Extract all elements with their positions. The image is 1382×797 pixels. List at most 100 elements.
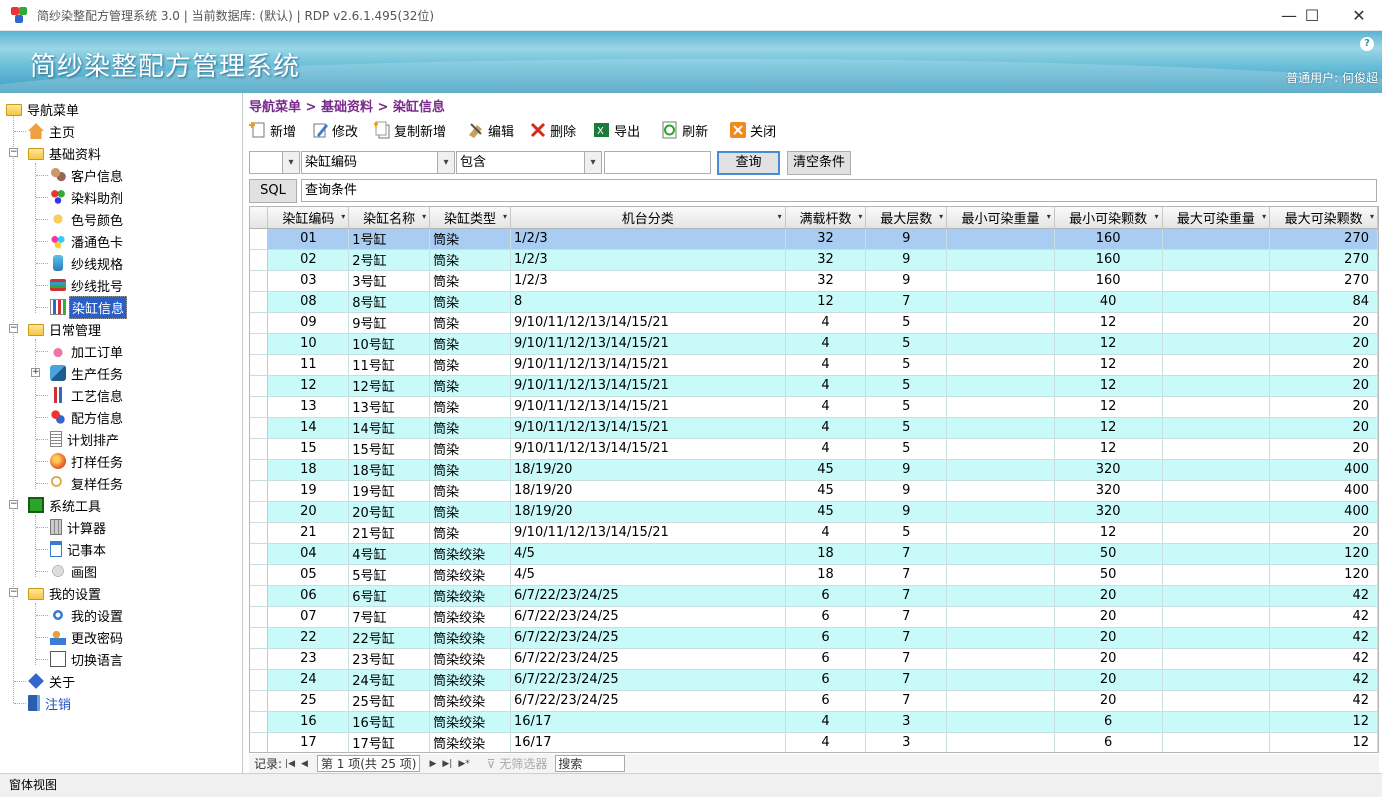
table-cell[interactable]: 10号缸 (348, 333, 431, 355)
table-cell[interactable]: 20 (1054, 627, 1163, 649)
table-cell[interactable] (946, 627, 1055, 649)
expander-daily[interactable]: − (9, 324, 18, 333)
tree-root[interactable]: 导航菜单 (6, 98, 81, 120)
table-cell[interactable]: 16 (267, 711, 350, 733)
row-selector[interactable] (250, 312, 269, 334)
table-cell[interactable] (1162, 669, 1271, 691)
table-row[interactable]: 08 8号缸 筒染 8 12 7 40 84 (250, 291, 1378, 313)
table-cell[interactable] (1162, 648, 1271, 670)
table-cell[interactable] (946, 501, 1055, 523)
sidebar-group-tools[interactable]: 系统工具 (28, 494, 103, 516)
table-cell[interactable]: 20 (267, 501, 350, 523)
table-cell[interactable]: 12 (267, 375, 350, 397)
prev-record-icon[interactable]: ◀ (301, 759, 308, 769)
table-cell[interactable]: 9/10/11/12/13/14/15/21 (510, 438, 786, 460)
table-cell[interactable] (1162, 606, 1271, 628)
table-cell[interactable]: 45 (785, 480, 867, 502)
table-cell[interactable]: 32 (785, 249, 867, 271)
table-cell[interactable]: 18/19/20 (510, 501, 786, 523)
table-cell[interactable]: 4 (785, 333, 867, 355)
table-cell[interactable]: 42 (1269, 606, 1378, 628)
table-cell[interactable]: 12 (785, 291, 867, 313)
table-cell[interactable]: 筒染绞染 (429, 627, 512, 649)
table-cell[interactable]: 9/10/11/12/13/14/15/21 (510, 354, 786, 376)
table-cell[interactable] (946, 564, 1055, 586)
table-cell[interactable]: 筒染绞染 (429, 648, 512, 670)
table-cell[interactable]: 320 (1054, 501, 1163, 523)
table-cell[interactable]: 270 (1269, 228, 1378, 250)
filter-value-input[interactable] (604, 151, 711, 174)
table-cell[interactable]: 2号缸 (348, 249, 431, 271)
table-cell[interactable]: 84 (1269, 291, 1378, 313)
table-cell[interactable]: 筒染 (429, 249, 512, 271)
table-cell[interactable]: 18 (785, 543, 867, 565)
sort-dropdown-icon[interactable]: ▾ (1370, 212, 1374, 221)
table-cell[interactable]: 6 (785, 627, 867, 649)
row-selector[interactable] (250, 543, 269, 565)
table-cell[interactable] (946, 312, 1055, 334)
table-cell[interactable] (1162, 417, 1271, 439)
row-selector[interactable] (250, 396, 269, 418)
table-cell[interactable] (1162, 375, 1271, 397)
table-cell[interactable] (946, 480, 1055, 502)
sidebar-item-production[interactable]: 生产任务 (50, 362, 125, 384)
table-cell[interactable]: 筒染绞染 (429, 585, 512, 607)
table-cell[interactable]: 5 (865, 375, 948, 397)
column-header[interactable]: 最大层数 ▾ (865, 207, 948, 229)
table-cell[interactable] (946, 522, 1055, 544)
table-cell[interactable]: 17号缸 (348, 732, 431, 752)
table-row[interactable]: 01 1号缸 筒染 1/2/3 32 9 160 270 (250, 228, 1378, 250)
table-cell[interactable]: 23号缸 (348, 648, 431, 670)
table-cell[interactable]: 9/10/11/12/13/14/15/21 (510, 375, 786, 397)
table-cell[interactable]: 45 (785, 501, 867, 523)
table-cell[interactable]: 4 (785, 522, 867, 544)
table-row[interactable]: 03 3号缸 筒染 1/2/3 32 9 160 270 (250, 270, 1378, 292)
table-row[interactable]: 09 9号缸 筒染 9/10/11/12/13/14/15/21 4 5 12 20 (250, 312, 1378, 334)
sidebar-item-resampling[interactable]: 复样任务 (50, 472, 125, 494)
table-cell[interactable] (1162, 711, 1271, 733)
table-cell[interactable]: 14号缸 (348, 417, 431, 439)
maximize-button[interactable]: ☐ (1289, 0, 1335, 31)
sidebar-item-language[interactable]: 切换语言 (50, 648, 125, 670)
table-cell[interactable]: 23 (267, 648, 350, 670)
table-cell[interactable]: 5 (865, 312, 948, 334)
sidebar-item-process[interactable]: 工艺信息 (50, 384, 125, 406)
table-cell[interactable]: 6 (1054, 732, 1163, 752)
table-cell[interactable] (1162, 690, 1271, 712)
table-cell[interactable]: 14 (267, 417, 350, 439)
close-window-button[interactable]: ✕ (1336, 0, 1382, 31)
expander-basic[interactable]: − (9, 148, 18, 157)
table-cell[interactable]: 7 (865, 669, 948, 691)
table-cell[interactable]: 6 (1054, 711, 1163, 733)
sidebar-item-pantone[interactable]: 潘通色卡 (50, 230, 125, 252)
table-cell[interactable] (1162, 585, 1271, 607)
table-cell[interactable]: 21号缸 (348, 522, 431, 544)
table-cell[interactable]: 筒染 (429, 354, 512, 376)
table-row[interactable]: 20 20号缸 筒染 18/19/20 45 9 320 400 (250, 501, 1378, 523)
table-cell[interactable]: 4 (785, 375, 867, 397)
table-cell[interactable]: 270 (1269, 270, 1378, 292)
table-cell[interactable]: 320 (1054, 480, 1163, 502)
row-selector[interactable] (250, 459, 269, 481)
table-cell[interactable]: 20 (1269, 522, 1378, 544)
first-record-icon[interactable]: |◀ (285, 759, 295, 769)
delete-button[interactable]: 删除 (529, 121, 576, 140)
table-cell[interactable]: 12 (1054, 396, 1163, 418)
table-cell[interactable]: 15 (267, 438, 350, 460)
table-cell[interactable]: 9 (865, 501, 948, 523)
table-row[interactable]: 10 10号缸 筒染 9/10/11/12/13/14/15/21 4 5 12 20 (250, 333, 1378, 355)
select-all-corner[interactable] (250, 207, 269, 229)
sidebar-item-sampling[interactable]: 打样任务 (50, 450, 125, 472)
table-cell[interactable] (1162, 291, 1271, 313)
table-cell[interactable]: 20 (1054, 585, 1163, 607)
table-cell[interactable] (1162, 249, 1271, 271)
table-cell[interactable]: 7 (865, 627, 948, 649)
table-cell[interactable] (1162, 270, 1271, 292)
table-cell[interactable]: 24 (267, 669, 350, 691)
table-cell[interactable]: 02 (267, 249, 350, 271)
new-record-icon[interactable]: ▶* (458, 759, 469, 769)
table-cell[interactable]: 13 (267, 396, 350, 418)
sidebar-group-my-settings[interactable]: 我的设置 (28, 582, 103, 604)
table-cell[interactable] (946, 585, 1055, 607)
table-cell[interactable]: 9 (865, 270, 948, 292)
